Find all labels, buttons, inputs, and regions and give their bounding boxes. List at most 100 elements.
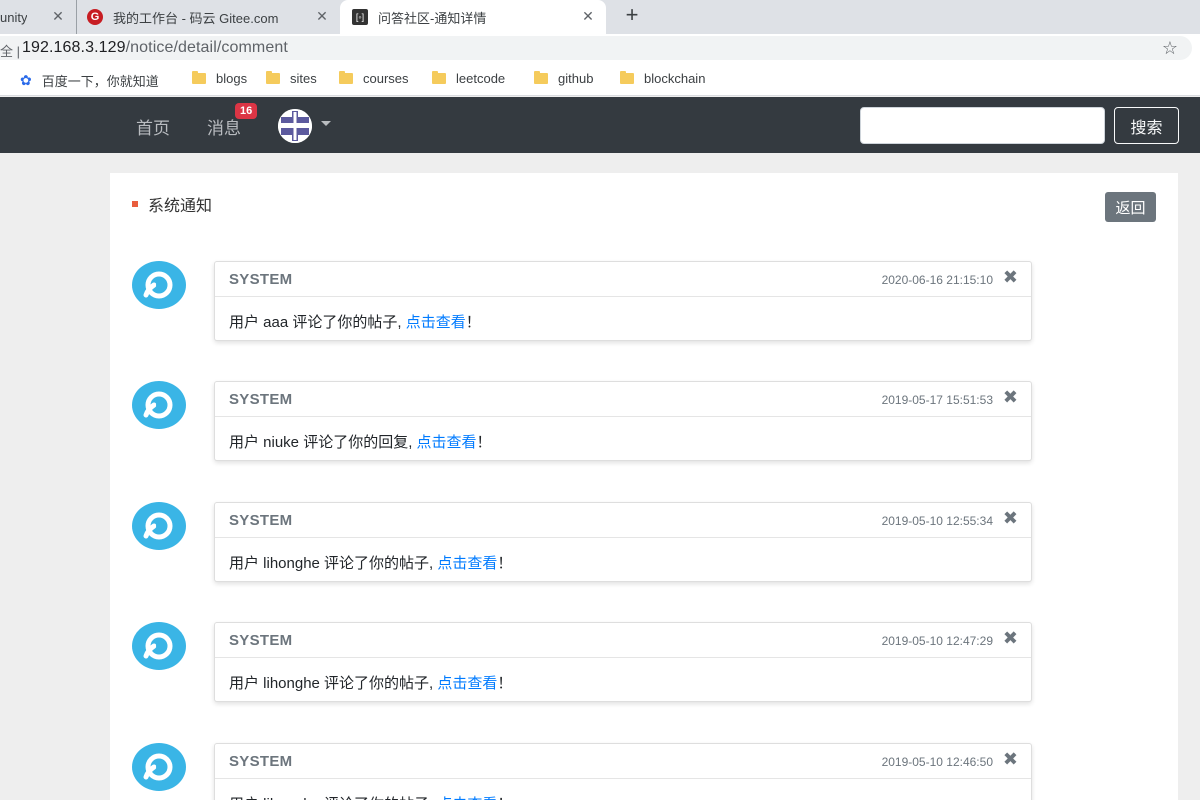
notice-time: 2019-05-10 12:47:29 bbox=[881, 634, 993, 648]
browser-tab-active[interactable]: [◦] 问答社区-通知详情 ✕ bbox=[340, 0, 606, 34]
bookmark-folder-3[interactable]: courses bbox=[339, 71, 409, 86]
delete-notice-icon[interactable]: ✖ bbox=[1003, 267, 1018, 288]
view-detail-link[interactable]: 点击查看 bbox=[437, 675, 497, 692]
baidu-paw-icon: ✿ bbox=[20, 72, 32, 88]
search-input[interactable] bbox=[860, 107, 1105, 144]
notice-text: 用户 lihonghe 评论了你的帖子, bbox=[229, 675, 438, 692]
notice-text-suffix: ！ bbox=[497, 555, 513, 572]
bookmark-label: courses bbox=[363, 71, 409, 86]
address-bar[interactable]: 全 | 192.168.3.129/notice/detail/comment … bbox=[0, 36, 1192, 60]
notice-card-header: SYSTEM 2019-05-10 12:55:34 ✖ bbox=[215, 503, 1031, 538]
section-mark-icon bbox=[132, 201, 138, 207]
bookmark-label: blockchain bbox=[644, 71, 706, 86]
notice-time: 2019-05-10 12:55:34 bbox=[881, 514, 993, 528]
user-menu-caret-icon[interactable] bbox=[321, 121, 331, 126]
notice-card-header: SYSTEM 2019-05-10 12:46:50 ✖ bbox=[215, 744, 1031, 779]
bookmark-0[interactable]: ✿ 百度一下，你就知道 bbox=[20, 71, 159, 90]
notice-text: 用户 aaa 评论了你的帖子, bbox=[229, 314, 406, 331]
view-detail-link[interactable]: 点击查看 bbox=[406, 314, 466, 331]
nav-home-link[interactable]: 首页 bbox=[136, 114, 170, 139]
notice-text: 用户 lihonghe 评论了你的帖子, bbox=[229, 796, 437, 800]
tab-title: 问答社区-通知详情 bbox=[378, 10, 487, 26]
notice-message: 用户 lihonghe 评论了你的帖子, 点击查看！ bbox=[229, 793, 512, 800]
tab-title: 我的工作台 - 码云 Gitee.com bbox=[113, 10, 279, 26]
notice-text-suffix: ！ bbox=[476, 434, 492, 451]
view-detail-link[interactable]: 点击查看 bbox=[417, 434, 477, 451]
notice-item: SYSTEM 2020-06-16 21:15:10 ✖ 用户 aaa 评论了你… bbox=[132, 261, 1032, 343]
bookmark-label: blogs bbox=[216, 71, 248, 86]
folder-icon bbox=[266, 71, 280, 84]
url-text[interactable]: 192.168.3.129/notice/detail/comment bbox=[22, 39, 288, 57]
message-count-badge: 16 bbox=[235, 103, 258, 119]
notice-card: SYSTEM 2019-05-10 12:46:50 ✖ 用户 lihonghe… bbox=[214, 743, 1032, 800]
bookmark-label: 百度一下，你就知道 bbox=[41, 74, 159, 89]
bookmarks-bar: ✿ 百度一下，你就知道 blogs sites courses leetcode githu… bbox=[0, 62, 1200, 96]
delete-notice-icon[interactable]: ✖ bbox=[1003, 387, 1018, 408]
notice-message: 用户 lihonghe 评论了你的帖子, 点击查看！ bbox=[229, 672, 512, 693]
search-button[interactable]: 搜索 bbox=[1114, 107, 1179, 144]
notice-message: 用户 lihonghe 评论了你的帖子, 点击查看！ bbox=[229, 552, 512, 573]
bookmark-folder-1[interactable]: blogs bbox=[192, 71, 247, 86]
delete-notice-icon[interactable]: ✖ bbox=[1003, 508, 1018, 529]
security-label[interactable]: 全 | bbox=[0, 41, 20, 60]
bookmark-star-icon[interactable]: ☆ bbox=[1162, 38, 1178, 59]
notice-card: SYSTEM 2019-05-10 12:55:34 ✖ 用户 lihonghe… bbox=[214, 502, 1032, 582]
notice-text: 用户 lihonghe 评论了你的帖子, bbox=[229, 555, 438, 572]
view-detail-link[interactable]: 点击查看 bbox=[437, 555, 497, 572]
notice-message: 用户 niuke 评论了你的回复, 点击查看！ bbox=[229, 431, 492, 452]
folder-icon bbox=[192, 71, 206, 84]
system-avatar-icon bbox=[132, 381, 186, 429]
folder-icon bbox=[620, 71, 634, 84]
notice-item: SYSTEM 2019-05-10 12:55:34 ✖ 用户 lihonghe… bbox=[132, 502, 1032, 584]
back-button[interactable]: 返回 bbox=[1105, 192, 1156, 222]
notice-text-suffix: ！ bbox=[497, 675, 513, 692]
browser-tab-strip: unity ✕ G 我的工作台 - 码云 Gitee.com ✕ [◦] 问答社… bbox=[0, 0, 1200, 34]
gitee-favicon-icon: G bbox=[87, 9, 103, 25]
site-navbar: 首页 消息 16 搜索 bbox=[0, 97, 1200, 153]
section-header: 系统通知 bbox=[132, 192, 212, 216]
delete-notice-icon[interactable]: ✖ bbox=[1003, 749, 1018, 770]
notice-item: SYSTEM 2019-05-10 12:47:29 ✖ 用户 lihonghe… bbox=[132, 622, 1032, 704]
notice-card-header: SYSTEM 2019-05-17 15:51:53 ✖ bbox=[215, 382, 1031, 417]
bookmark-folder-5[interactable]: github bbox=[534, 71, 593, 86]
url-host: 192.168.3.129 bbox=[22, 39, 126, 56]
new-tab-button[interactable]: + bbox=[620, 4, 644, 28]
notice-time: 2019-05-17 15:51:53 bbox=[881, 393, 993, 407]
url-path: /notice/detail/comment bbox=[125, 39, 288, 56]
notice-card: SYSTEM 2020-06-16 21:15:10 ✖ 用户 aaa 评论了你… bbox=[214, 261, 1032, 341]
notice-item: SYSTEM 2019-05-10 12:46:50 ✖ 用户 lihonghe… bbox=[132, 743, 1032, 800]
system-avatar-icon bbox=[132, 622, 186, 670]
folder-icon bbox=[534, 71, 548, 84]
view-detail-link[interactable]: 点击查看 bbox=[437, 796, 497, 800]
user-avatar-icon[interactable] bbox=[278, 109, 312, 143]
browser-tab-unity[interactable]: unity ✕ bbox=[0, 0, 76, 34]
browser-tab-gitee[interactable]: G 我的工作台 - 码云 Gitee.com ✕ bbox=[76, 0, 340, 34]
bookmark-folder-4[interactable]: leetcode bbox=[432, 71, 505, 86]
tab-close-icon[interactable]: ✕ bbox=[580, 8, 596, 24]
notice-card-header: SYSTEM 2019-05-10 12:47:29 ✖ bbox=[215, 623, 1031, 658]
system-avatar-icon bbox=[132, 502, 186, 550]
address-bar-row: 全 | 192.168.3.129/notice/detail/comment … bbox=[0, 34, 1200, 62]
notice-card: SYSTEM 2019-05-10 12:47:29 ✖ 用户 lihonghe… bbox=[214, 622, 1032, 702]
tab-title: unity bbox=[0, 9, 28, 25]
bookmark-label: sites bbox=[290, 71, 317, 86]
notice-message: 用户 aaa 评论了你的帖子, 点击查看！ bbox=[229, 311, 481, 332]
notice-card: SYSTEM 2019-05-17 15:51:53 ✖ 用户 niuke 评论… bbox=[214, 381, 1032, 461]
bookmark-label: github bbox=[558, 71, 594, 86]
notice-item: SYSTEM 2019-05-17 15:51:53 ✖ 用户 niuke 评论… bbox=[132, 381, 1032, 463]
system-avatar-icon bbox=[132, 261, 186, 309]
tab-close-icon[interactable]: ✕ bbox=[50, 8, 66, 24]
notice-text: 用户 niuke 评论了你的回复, bbox=[229, 434, 417, 451]
notice-sender: SYSTEM bbox=[229, 632, 293, 649]
bookmark-folder-2[interactable]: sites bbox=[266, 71, 317, 86]
notice-time: 2020-06-16 21:15:10 bbox=[881, 273, 993, 287]
notice-sender: SYSTEM bbox=[229, 512, 293, 529]
notice-sender: SYSTEM bbox=[229, 753, 293, 770]
notice-text-suffix: ！ bbox=[465, 314, 481, 331]
tab-close-icon[interactable]: ✕ bbox=[314, 8, 330, 24]
delete-notice-icon[interactable]: ✖ bbox=[1003, 628, 1018, 649]
folder-icon bbox=[339, 71, 353, 84]
bookmark-folder-6[interactable]: blockchain bbox=[620, 71, 705, 86]
notice-detail-panel: 系统通知 返回 SYSTEM 2020-06-16 21:15:10 ✖ 用户 … bbox=[110, 173, 1178, 800]
bookmark-label: leetcode bbox=[456, 71, 506, 86]
